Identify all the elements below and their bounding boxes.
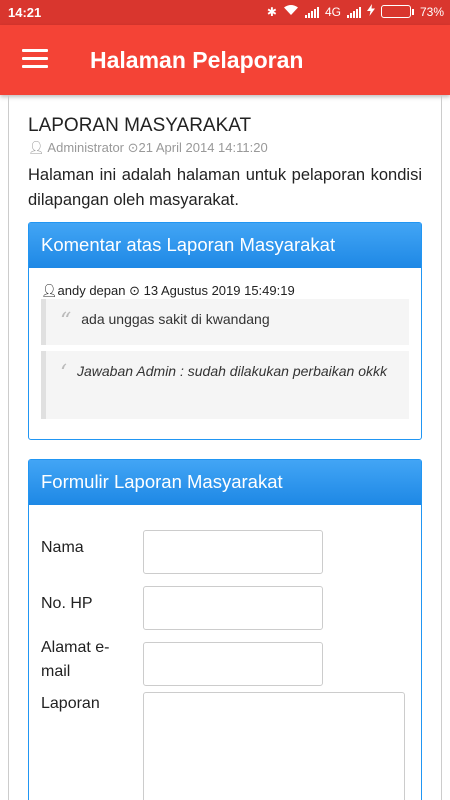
page-content[interactable]: LAPORAN MASYARAKAT 👤︎ Administrator ⊙21 … [0, 95, 450, 800]
clock-icon: ⊙ [129, 284, 140, 299]
comment-text: ada unggas sakit di kwandang [81, 311, 270, 327]
name-label: Nama [41, 539, 84, 556]
phone-label: No. HP [41, 595, 93, 612]
email-label: Alamat e-mail [41, 639, 110, 680]
comment-meta: 👤︎andy depan ⊙ 13 Agustus 2019 15:49:19 [41, 283, 295, 299]
article-author: Administrator [47, 140, 124, 155]
name-input[interactable] [143, 530, 323, 574]
comments-panel: Komentar atas Laporan Masyarakat 👤︎andy … [28, 222, 422, 440]
comment-quote: “ ada unggas sakit di kwandang [41, 299, 409, 345]
wifi-icon [283, 4, 299, 19]
report-label: Laporan [41, 695, 100, 712]
status-icons: ✱ 4G 73% [267, 4, 444, 19]
battery-percent: 73% [419, 4, 444, 19]
hamburger-menu-icon[interactable] [22, 49, 48, 69]
app-bar: Halaman Pelaporan [0, 25, 450, 95]
admin-reply-quote: ‘ Jawaban Admin : sudah dilakukan perbaik… [41, 351, 409, 419]
app-bar-title: Halaman Pelaporan [90, 47, 304, 73]
battery-icon [380, 5, 414, 18]
comment-user: andy depan [57, 283, 126, 298]
comment-datetime: 13 Agustus 2019 15:49:19 [143, 283, 295, 298]
comments-panel-heading: Komentar atas Laporan Masyarakat [29, 223, 421, 268]
status-bar: 14:21 ✱ 4G 73% [0, 0, 450, 25]
user-icon: 👤︎ [28, 141, 45, 156]
signal-icon-secondary [346, 6, 361, 18]
quote-icon: “ [60, 309, 72, 334]
report-form-panel: Formulir Laporan Masyarakat Nama No. HP … [28, 459, 422, 800]
article-intro: Halaman ini adalah halaman untuk pelapor… [28, 166, 422, 209]
phone-input[interactable] [143, 586, 323, 630]
form-panel-heading: Formulir Laporan Masyarakat [29, 460, 421, 505]
bluetooth-icon: ✱ [266, 4, 277, 19]
status-time: 14:21 [8, 5, 42, 20]
email-input[interactable] [143, 642, 323, 686]
article-date: 21 April 2014 14:11:20 [138, 140, 268, 155]
user-icon: 👤︎ [41, 284, 58, 299]
report-textarea[interactable] [143, 692, 405, 800]
clock-icon: ⊙ [127, 141, 139, 156]
admin-reply-text: Jawaban Admin : sudah dilakukan perbaika… [77, 363, 388, 379]
charging-icon [366, 4, 375, 19]
article-meta: 👤︎ Administrator ⊙21 April 2014 14:11:20 [28, 140, 268, 156]
quote-icon: ‘ [60, 361, 67, 386]
signal-icon [304, 6, 319, 18]
network-type: 4G [324, 4, 341, 19]
article-title: LAPORAN MASYARAKAT [28, 115, 252, 136]
